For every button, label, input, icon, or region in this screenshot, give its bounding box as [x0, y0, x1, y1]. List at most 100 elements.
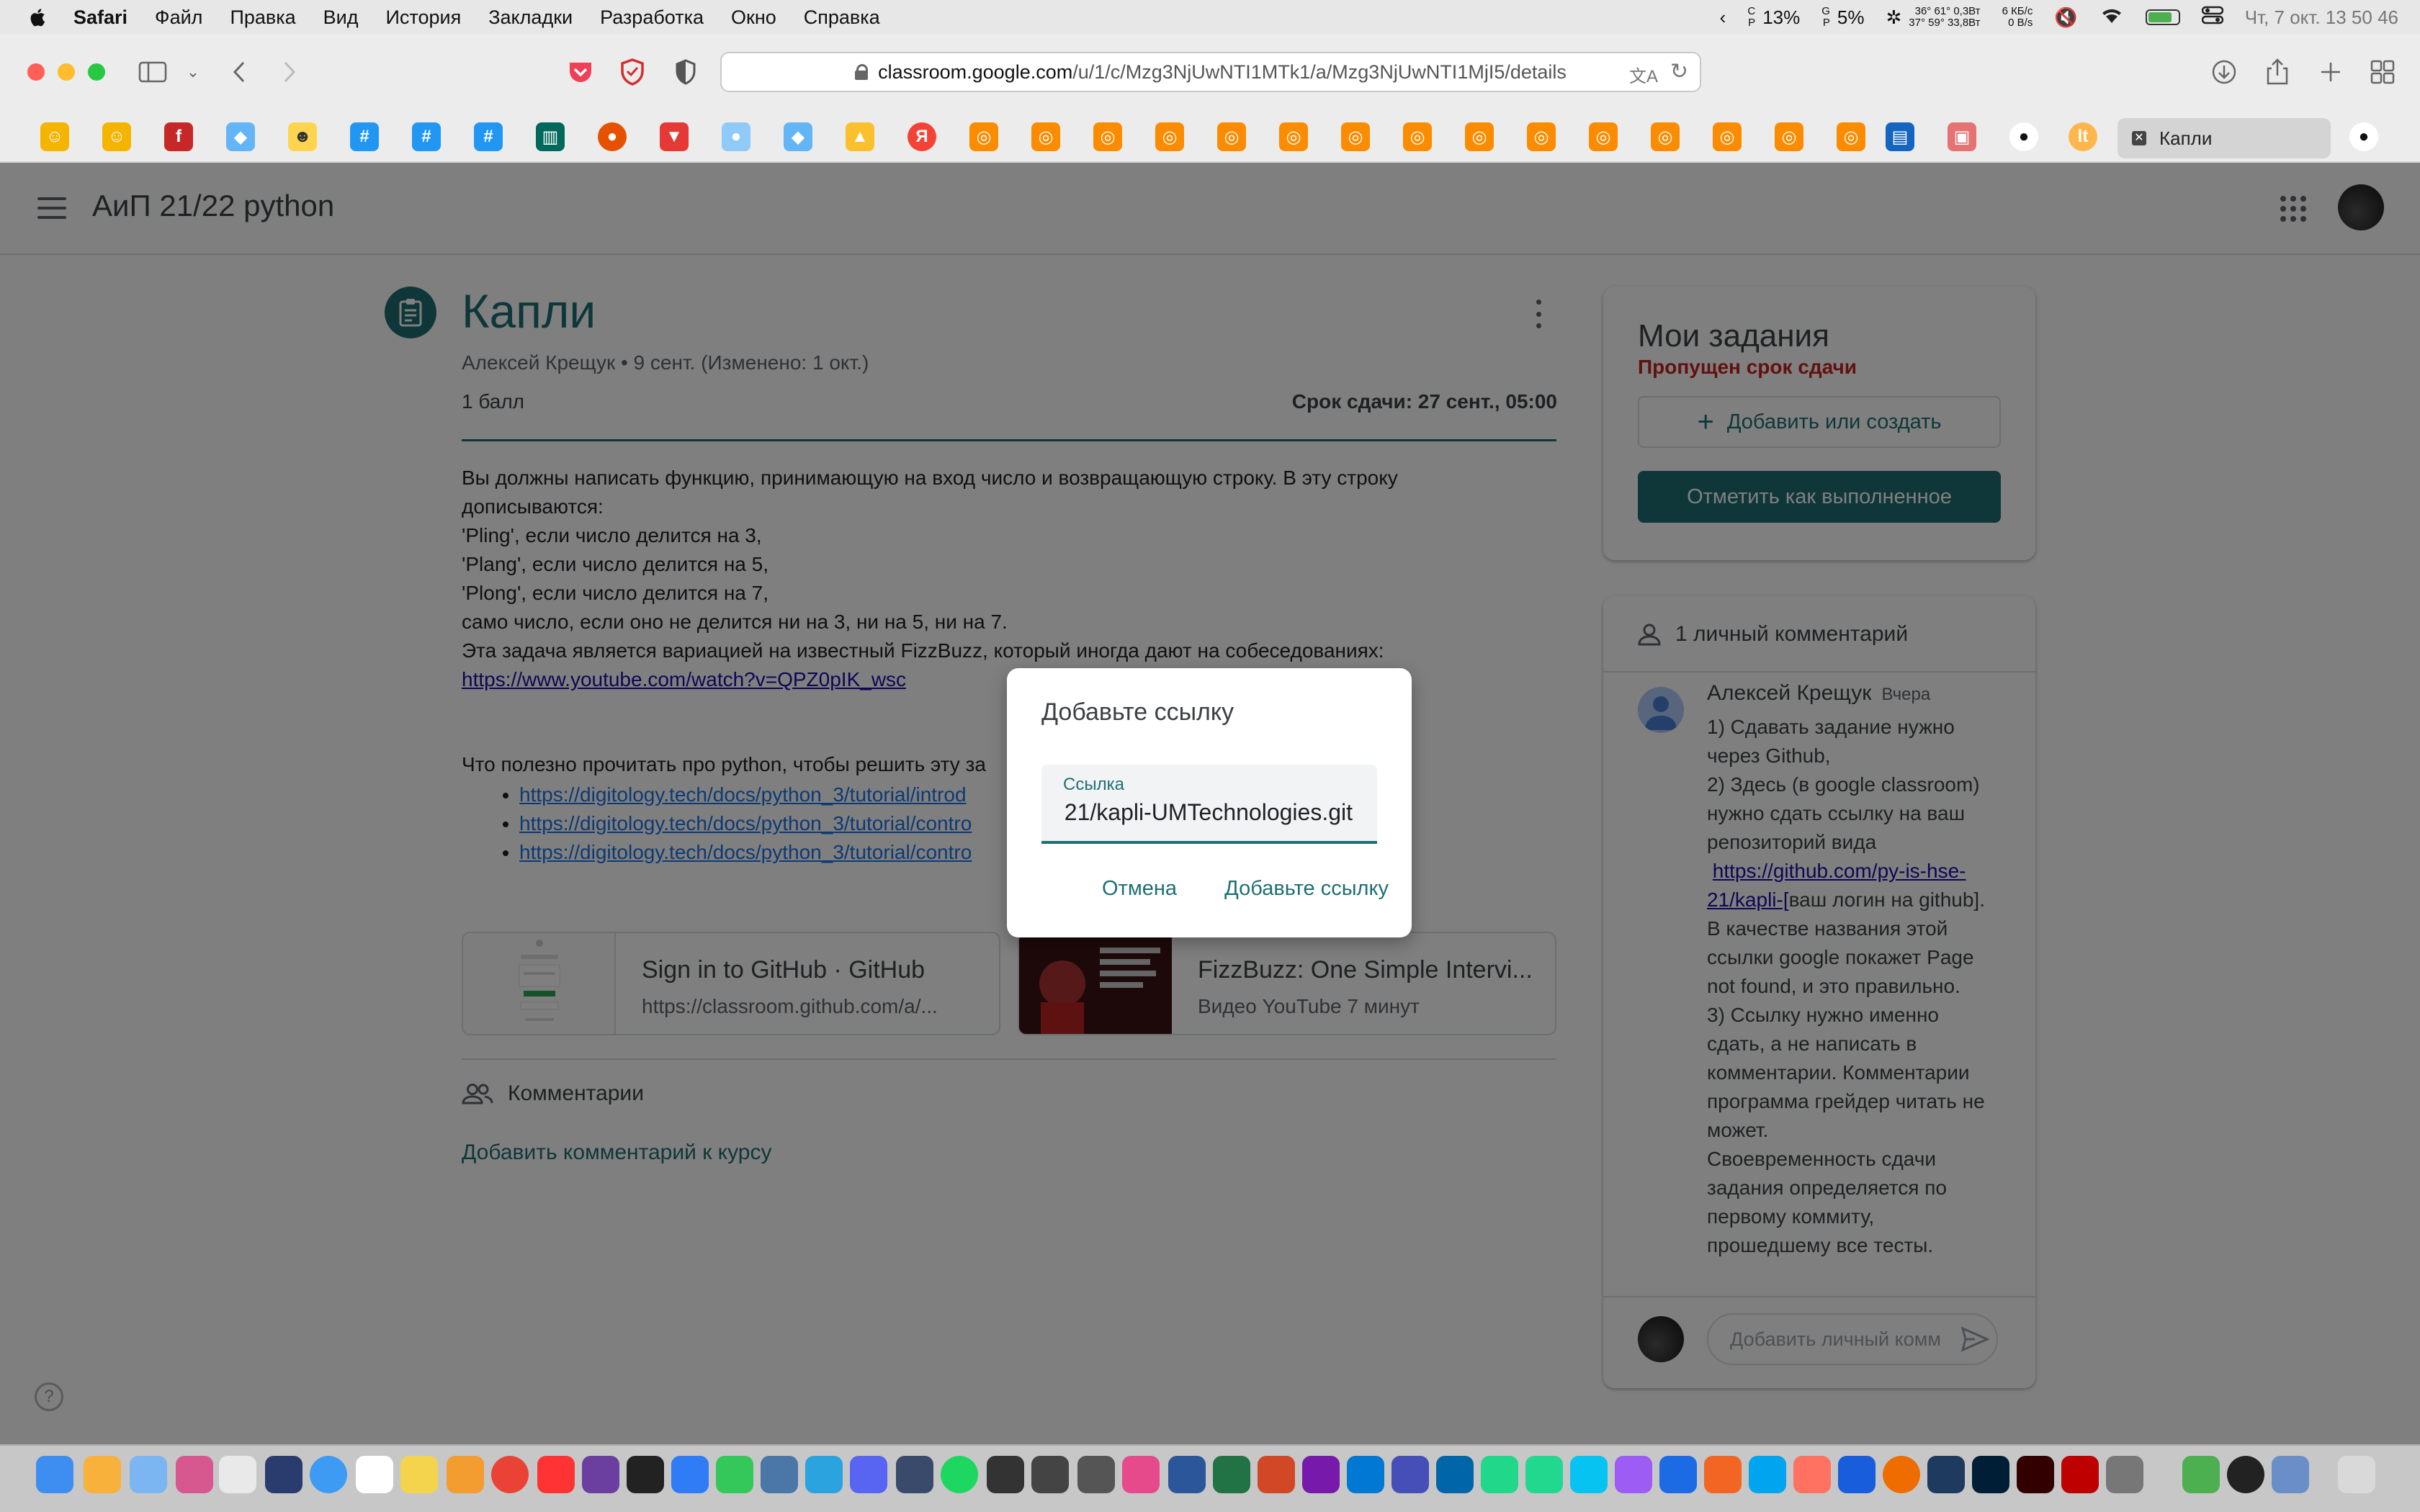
bookmark-icon[interactable]: ◎	[1279, 122, 1308, 151]
bookmark-icon[interactable]: ◎	[1155, 122, 1184, 151]
cpu-stat[interactable]: C P 13%	[1747, 6, 1800, 29]
bookmark-icon[interactable]: ◎	[1651, 122, 1680, 151]
bookmark-icon[interactable]: ▥	[536, 122, 565, 151]
tab-kapli[interactable]: ✕ Капли	[2118, 118, 2331, 158]
bookmark-icon[interactable]: ◎	[1341, 122, 1370, 151]
clion-icon[interactable]	[1525, 1456, 1563, 1493]
vscode-icon[interactable]	[1436, 1456, 1474, 1493]
dock-app-icon[interactable]	[1749, 1456, 1786, 1493]
photoshop-icon[interactable]	[1972, 1456, 2009, 1493]
bookmark-icon[interactable]: ●	[598, 122, 627, 151]
bookmark-icon[interactable]: ▼	[660, 122, 689, 151]
chevron-left-icon[interactable]: ‹	[1720, 6, 1726, 29]
menu-develop[interactable]: Разработка	[600, 6, 704, 29]
bookmark-icon[interactable]: ☺	[102, 122, 131, 151]
mute-icon[interactable]: 🔇	[2054, 6, 2077, 29]
apple-icon[interactable]	[29, 7, 46, 27]
bookmark-icon[interactable]: ◎	[1093, 122, 1122, 151]
bookmark-icon[interactable]: ◎	[1403, 122, 1432, 151]
terminal-icon[interactable]	[627, 1456, 664, 1493]
close-window-button[interactable]	[27, 63, 45, 81]
privacy-shield-icon[interactable]	[670, 56, 702, 88]
translate-icon[interactable]: 文A	[1629, 62, 1658, 87]
menu-view[interactable]: Вид	[323, 6, 359, 29]
bookmark-icon[interactable]: ◎	[1775, 122, 1803, 151]
menu-file[interactable]: Файл	[155, 6, 202, 29]
books-icon[interactable]	[447, 1456, 484, 1493]
onenote-icon[interactable]	[1302, 1456, 1340, 1493]
sidebar-toggle-icon[interactable]	[137, 56, 169, 88]
bookmark-icon[interactable]: ●	[722, 122, 750, 151]
dock-app-icon[interactable]	[84, 1456, 121, 1493]
menu-window[interactable]: Окно	[731, 6, 776, 29]
forward-button[interactable]	[274, 56, 305, 88]
spotify-icon[interactable]	[941, 1456, 978, 1493]
bookmark-icon[interactable]: #	[474, 122, 503, 151]
minimize-window-button[interactable]	[58, 63, 75, 81]
outlook-icon[interactable]	[1347, 1456, 1384, 1493]
settings-icon[interactable]	[2106, 1456, 2143, 1493]
new-tab-icon[interactable]	[2315, 56, 2347, 88]
trash-icon[interactable]	[2338, 1456, 2375, 1493]
dock-app-icon[interactable]	[896, 1456, 933, 1493]
datagrip-icon[interactable]	[1615, 1456, 1652, 1493]
bookmark-icon[interactable]: lt	[2069, 122, 2097, 151]
excel-icon[interactable]	[1213, 1456, 1250, 1493]
chevron-down-icon[interactable]: ⌄	[177, 56, 209, 88]
bookmark-icon[interactable]: ▤	[1886, 122, 1914, 151]
dock-app-icon[interactable]	[582, 1456, 619, 1493]
menu-app-name[interactable]: Safari	[73, 6, 127, 29]
yandex-icon[interactable]	[537, 1456, 575, 1493]
bookmark-icon[interactable]: ◎	[969, 122, 998, 151]
bookmark-icon[interactable]: ◎	[1837, 122, 1865, 151]
pycharm-icon[interactable]	[1481, 1456, 1518, 1493]
messages-icon[interactable]	[716, 1456, 753, 1493]
figma-icon[interactable]	[1793, 1456, 1831, 1493]
launchpad-icon[interactable]	[176, 1456, 213, 1493]
telegram-icon[interactable]	[805, 1456, 843, 1493]
zoom-window-button[interactable]	[88, 63, 105, 81]
bookmark-icon[interactable]: f	[164, 122, 193, 151]
discord-icon[interactable]	[850, 1456, 887, 1493]
sensors-stat[interactable]: ✲ 36° 61° 0,3Вт 37° 59° 33,8Вт	[1886, 6, 1980, 29]
bookmark-icon[interactable]: ◆	[784, 122, 812, 151]
chrome-icon[interactable]	[491, 1456, 529, 1493]
cancel-button[interactable]: Отмена	[1102, 877, 1177, 901]
control-center-icon[interactable]	[2201, 6, 2223, 30]
link-input[interactable]: Ссылка 21/kapli-UMTechnologies.git	[1041, 765, 1377, 844]
dock-app-icon[interactable]	[1883, 1456, 1920, 1493]
dock-app-icon[interactable]	[219, 1456, 256, 1493]
bookmark-icon[interactable]: Я	[908, 122, 936, 151]
bookmark-icon[interactable]: ◆	[226, 122, 255, 151]
word-icon[interactable]	[1168, 1456, 1206, 1493]
notes-icon[interactable]	[400, 1456, 438, 1493]
pocket-icon[interactable]	[565, 56, 596, 88]
reload-icon[interactable]: ↻	[1670, 59, 1688, 84]
calendar-icon[interactable]	[356, 1456, 393, 1493]
powerpoint-icon[interactable]	[1258, 1456, 1295, 1493]
bookmark-icon[interactable]: ◎	[1527, 122, 1556, 151]
bookmark-icon[interactable]: ◎	[1713, 122, 1742, 151]
menu-help[interactable]: Справка	[804, 6, 880, 29]
dock-app-icon[interactable]	[2227, 1456, 2264, 1493]
menubar-clock[interactable]: Чт, 7 окт. 13 50 46	[2245, 6, 2398, 29]
dock-app-icon[interactable]	[1659, 1456, 1697, 1493]
github-icon[interactable]: ●	[2349, 122, 2378, 151]
bookmark-icon[interactable]: ▲	[846, 122, 874, 151]
filezilla-icon[interactable]	[2061, 1456, 2099, 1493]
bookmark-icon[interactable]: ◎	[1217, 122, 1246, 151]
back-button[interactable]	[223, 56, 255, 88]
gpu-stat[interactable]: G P 5%	[1821, 6, 1864, 29]
bitwarden-icon[interactable]	[1838, 1456, 1876, 1493]
github-icon[interactable]: ●	[2009, 122, 2038, 151]
dock-app-icon[interactable]	[2272, 1456, 2309, 1493]
address-bar[interactable]: classroom.google.com/u/1/c/Mzg3NjUwNTI1M…	[720, 52, 1701, 92]
bookmark-icon[interactable]: ◎	[1031, 122, 1060, 151]
app-store-icon[interactable]	[671, 1456, 709, 1493]
network-stat[interactable]: 6 КБ/с 0 B/s	[2002, 6, 2033, 29]
finder-icon[interactable]	[36, 1456, 73, 1493]
bookmark-icon[interactable]: #	[412, 122, 441, 151]
menu-bookmarks[interactable]: Закладки	[488, 6, 573, 29]
webstorm-icon[interactable]	[1570, 1456, 1608, 1493]
bookmark-icon[interactable]: ◎	[1589, 122, 1618, 151]
